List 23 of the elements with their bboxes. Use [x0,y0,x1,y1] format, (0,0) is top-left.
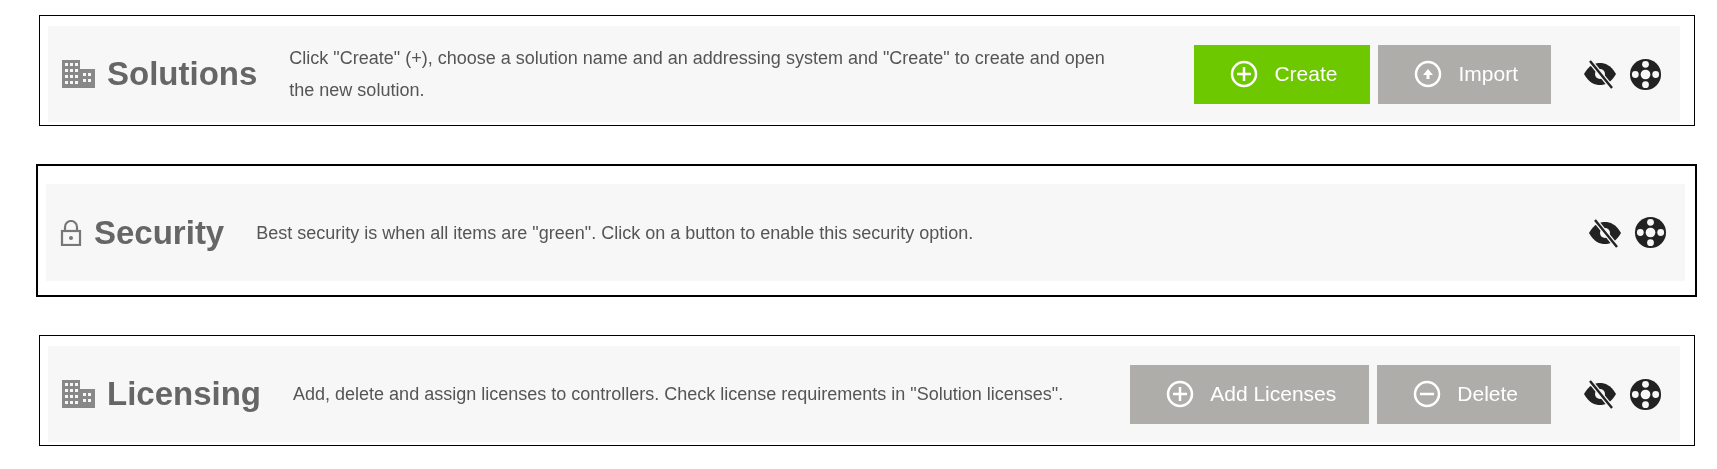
up-arrow-circle-icon [1414,60,1443,88]
action-button[interactable]: Create [1194,44,1371,104]
action-button[interactable]: Import [1378,44,1551,104]
hidden-eye-icon[interactable] [1583,59,1617,89]
action-button[interactable]: Delete [1377,364,1551,424]
lifebuoy-icon[interactable] [1634,216,1667,249]
section-description: Click "Create" (+), choose a solution name and an addressing system and "Create" to create and open the new solution. [289,47,1106,102]
padlock-icon [60,219,82,246]
hidden-eye-icon[interactable] [1588,217,1622,248]
section-title: Licensing [107,375,262,413]
minus-circle-icon [1413,380,1442,408]
section-description: Best security is when all items are "green". Click on a button to enable this security option. [256,221,975,245]
plus-circle-icon [1230,60,1259,88]
action-button[interactable]: Add Licenses [1130,364,1370,424]
section-title: Solutions [107,55,258,93]
building-icon [62,380,95,408]
lifebuoy-icon[interactable] [1629,57,1662,91]
lifebuoy-icon[interactable] [1629,377,1662,411]
section-description: Add, delete and assign licenses to controllers. Check license requirements in "Solution licenses". [293,383,1065,406]
hidden-eye-icon[interactable] [1583,379,1617,409]
building-icon [62,60,95,88]
section-title: Security [94,213,225,252]
plus-circle-icon [1166,380,1195,408]
